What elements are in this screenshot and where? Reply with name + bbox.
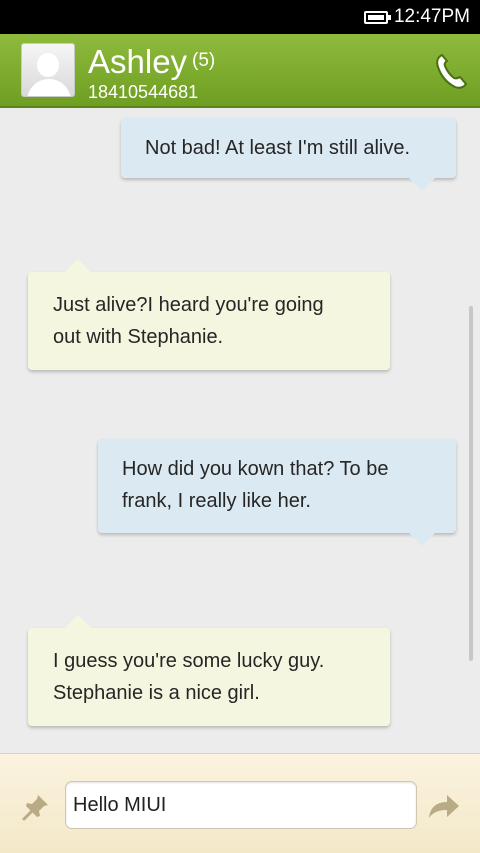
message-text-line: out with Stephanie. [53, 326, 224, 348]
message-bubble-outgoing[interactable]: Not bad! At least I'm still alive. [121, 118, 456, 191]
send-arrow-icon [429, 795, 459, 818]
message-text: Not bad! At least I'm still alive. [145, 137, 411, 159]
conversation-header: Ashley (5) 18410544681 [0, 34, 480, 108]
pin-icon [22, 795, 48, 821]
contact-avatar[interactable] [21, 43, 75, 97]
unread-count: (5) [192, 50, 216, 71]
message-text-line: frank, I really like her. [122, 490, 311, 512]
call-button[interactable] [432, 50, 470, 92]
composer-bar [0, 753, 480, 853]
message-text-line: I guess you're some lucky guy. [53, 650, 325, 672]
phone-icon [436, 54, 467, 89]
status-time: 12:47PM [393, 6, 470, 27]
status-bar: 12:47PM [0, 0, 480, 34]
message-bubble-incoming[interactable]: I guess you're some lucky guy. Stephanie… [28, 615, 390, 726]
contact-name: Ashley [88, 43, 188, 80]
scrollbar[interactable] [469, 306, 473, 661]
send-button[interactable] [426, 790, 462, 824]
message-input[interactable] [65, 781, 417, 829]
contact-number: 18410544681 [88, 82, 199, 102]
message-text-line: Stephanie is a nice girl. [53, 682, 260, 704]
message-bubble-incoming[interactable]: Just alive?I heard you're going out with… [28, 259, 390, 370]
message-text-line: How did you kown that? To be [122, 458, 389, 480]
message-text-line: Just alive?I heard you're going [53, 294, 324, 316]
battery-icon [363, 10, 391, 24]
attach-button[interactable] [19, 790, 53, 824]
message-list[interactable]: Not bad! At least I'm still alive. Just … [0, 108, 480, 753]
message-bubble-outgoing[interactable]: How did you kown that? To be frank, I re… [98, 439, 456, 546]
